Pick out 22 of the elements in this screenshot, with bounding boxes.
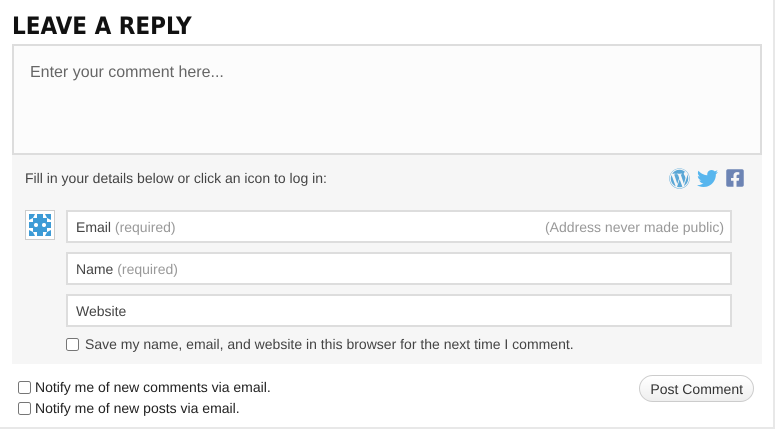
input-field[interactable]: Website bbox=[66, 294, 732, 327]
field-note: (required) bbox=[117, 260, 178, 276]
comment-field[interactable]: Enter your comment here... bbox=[12, 44, 762, 155]
post-comment-button[interactable]: Post Comment bbox=[639, 375, 754, 402]
field-label: Name bbox=[76, 260, 114, 276]
input-field[interactable]: Name (required) bbox=[66, 252, 732, 285]
wordpress-icon[interactable] bbox=[669, 168, 690, 188]
input-field[interactable]: Email (required) (Address never made public) bbox=[66, 210, 732, 243]
field-label: Website bbox=[76, 302, 126, 318]
section-heading: LEAVE A REPLY bbox=[12, 11, 192, 42]
login-prompt: Fill in your details below or click an icon to log in: bbox=[25, 170, 327, 186]
avatar-icon bbox=[25, 210, 55, 240]
checkbox[interactable] bbox=[66, 338, 79, 350]
checkbox[interactable] bbox=[18, 402, 31, 414]
facebook-icon[interactable] bbox=[725, 168, 745, 188]
field-label: Email bbox=[76, 218, 112, 234]
checkbox-label: Notify me of new posts via email. bbox=[35, 400, 240, 416]
field-note: (required) bbox=[114, 218, 176, 234]
checkbox-label: Notify me of new comments via email. bbox=[35, 379, 271, 395]
checkbox[interactable] bbox=[18, 380, 31, 394]
checkbox-label: Save my name, email, and website in this browser for the next time I comment. bbox=[85, 336, 574, 352]
field-hint: (Address never made public) bbox=[545, 218, 724, 234]
